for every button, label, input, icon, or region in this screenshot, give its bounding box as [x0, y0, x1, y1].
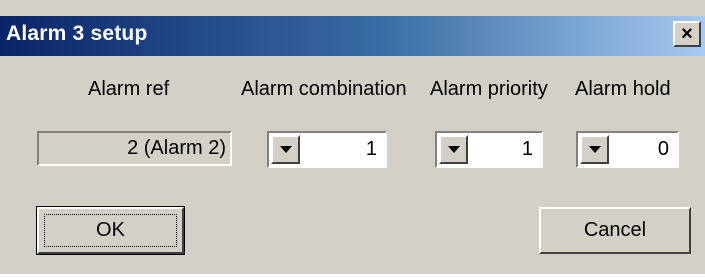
cancel-button-label: Cancel	[583, 219, 647, 241]
alarm-setup-dialog: Alarm 3 setup × Alarm ref Alarm combinat…	[0, 0, 705, 278]
alarm-hold-stepper[interactable]: 0	[576, 131, 679, 168]
alarm-hold-dropdown-button[interactable]	[580, 135, 609, 164]
alarm-combination-dropdown-button[interactable]	[271, 135, 300, 164]
ok-button[interactable]: OK	[36, 206, 185, 255]
alarm-priority-label: Alarm priority	[430, 78, 548, 100]
close-button[interactable]: ×	[673, 21, 701, 47]
alarm-combination-value[interactable]: 1	[366, 133, 377, 166]
alarm-combination-label: Alarm combination	[241, 78, 407, 100]
close-icon: ×	[681, 23, 693, 45]
alarm-priority-stepper[interactable]: 1	[435, 131, 543, 168]
alarm-combination-stepper[interactable]: 1	[267, 131, 387, 168]
alarm-ref-value: 2 (Alarm 2)	[127, 137, 226, 159]
alarm-hold-label: Alarm hold	[575, 78, 671, 100]
alarm-ref-label: Alarm ref	[88, 78, 170, 100]
triangle-down-icon	[588, 146, 601, 153]
triangle-down-icon	[279, 146, 292, 153]
ok-button-label: OK	[96, 219, 125, 241]
dialog-bottom-edge	[0, 274, 705, 278]
title-bar[interactable]: Alarm 3 setup ×	[0, 16, 705, 56]
alarm-hold-value[interactable]: 0	[658, 133, 669, 166]
alarm-ref-field: 2 (Alarm 2)	[37, 131, 232, 166]
triangle-down-icon	[447, 146, 460, 153]
cancel-button[interactable]: Cancel	[539, 207, 691, 254]
alarm-priority-dropdown-button[interactable]	[439, 135, 468, 164]
dialog-title: Alarm 3 setup	[6, 22, 148, 45]
alarm-priority-value[interactable]: 1	[522, 133, 533, 166]
